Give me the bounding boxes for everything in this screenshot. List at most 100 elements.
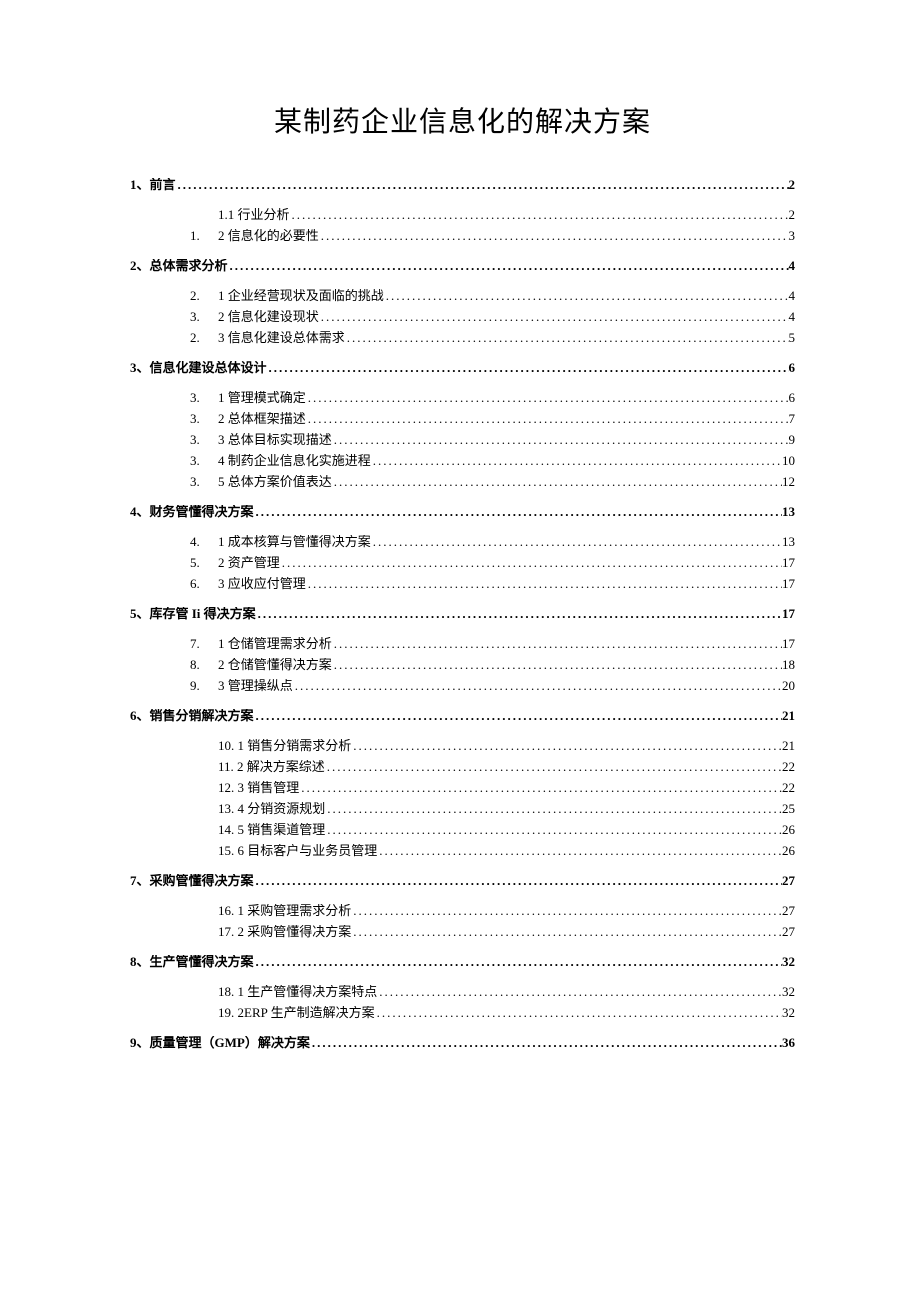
toc-entry-level2: 1.1 行业分析2	[130, 208, 795, 221]
toc-entry-level2: 19. 2ERP 生产制造解决方案32	[130, 1006, 795, 1019]
toc-entry-label: 9、质量管理（GMP）解决方案	[130, 1036, 310, 1049]
toc-entry-level1: 3、信息化建设总体设计 6	[130, 361, 795, 374]
toc-entry-page: 7	[789, 412, 796, 425]
toc-entry-page: 6	[789, 391, 796, 404]
toc-entry-level1: 8、生产管懂得决方案32	[130, 955, 795, 968]
toc-leader-dots	[325, 802, 782, 815]
toc-entry-label: 1.1 行业分析	[218, 208, 290, 221]
toc-entry-level2: 3.5 总体方案价值表达 12	[130, 475, 795, 488]
toc-entry-level1: 2、总体需求分析4	[130, 259, 795, 272]
toc-entry-page: 12	[782, 475, 795, 488]
toc-leader-dots	[290, 208, 789, 221]
toc-entry-level1: 4、财务管懂得决方案13	[130, 505, 795, 518]
toc-entry-label: 3 总体目标实现描述	[218, 433, 332, 446]
toc-entry-level2: 4.1 成本核算与管懂得决方案13	[130, 535, 795, 548]
toc-leader-dots	[325, 760, 782, 773]
toc-entry-page: 32	[782, 985, 795, 998]
toc-entry-page: 22	[782, 781, 795, 794]
toc-leader-dots	[325, 823, 782, 836]
toc-entry-page: 17	[782, 607, 795, 620]
toc-leader-dots	[256, 607, 782, 620]
toc-entry-level2: 9.3 管理操纵点20	[130, 679, 795, 692]
toc-entry-level2: 1.2 信息化的必要性3	[130, 229, 795, 242]
toc-leader-dots	[306, 412, 789, 425]
toc-entry-level1: 6、销售分销解决方案 21	[130, 709, 795, 722]
toc-leader-dots	[176, 178, 789, 191]
toc-entry-label: 2 仓储管懂得决方案	[218, 658, 332, 671]
toc-entry-label: 1 管理模式确定	[218, 391, 306, 404]
toc-leader-dots	[332, 433, 789, 446]
toc-entry-label: 6、销售分销解决方案	[130, 709, 254, 722]
toc-entry-label: 5 总体方案价值表达	[218, 475, 332, 488]
toc-leader-dots	[254, 955, 782, 968]
toc-leader-dots	[293, 679, 782, 692]
toc-entry-number: 6.	[190, 577, 218, 590]
toc-entry-page: 27	[782, 925, 795, 938]
toc-entry-page: 26	[782, 844, 795, 857]
toc-leader-dots	[280, 556, 782, 569]
toc-entry-page: 21	[782, 709, 795, 722]
toc-entry-page: 4	[789, 310, 796, 323]
toc-entry-level2: 11. 2 解决方案综述 22	[130, 760, 795, 773]
toc-leader-dots	[371, 454, 782, 467]
toc-leader-dots	[371, 535, 782, 548]
toc-entry-label: 2 信息化的必要性	[218, 229, 319, 242]
toc-entry-number: 2.	[190, 289, 218, 302]
toc-entry-page: 22	[782, 760, 795, 773]
toc-leader-dots	[345, 331, 789, 344]
toc-entry-label: 10. 1 销售分销需求分析	[218, 739, 351, 752]
toc-leader-dots	[254, 874, 782, 887]
toc-leader-dots	[377, 985, 782, 998]
toc-leader-dots	[332, 658, 782, 671]
toc-entry-label: 3、信息化建设总体设计	[130, 361, 267, 374]
toc-entry-level2: 3.2 信息化建设现状4	[130, 310, 795, 323]
toc-entry-label: 15. 6 目标客户与业务员管理	[218, 844, 377, 857]
toc-entry-page: 4	[789, 259, 796, 272]
toc-entry-label: 1、前言	[130, 178, 176, 191]
toc-entry-page: 6	[789, 361, 796, 374]
toc-entry-label: 3 管理操纵点	[218, 679, 293, 692]
document-title: 某制药企业信息化的解决方案	[130, 100, 795, 140]
toc-entry-label: 4 制药企业信息化实施进程	[218, 454, 371, 467]
toc-entry-level2: 13. 4 分销资源规划 25	[130, 802, 795, 815]
toc-entry-level2: 10. 1 销售分销需求分析21	[130, 739, 795, 752]
toc-leader-dots	[306, 391, 789, 404]
toc-entry-page: 13	[782, 505, 795, 518]
toc-entry-label: 13. 4 分销资源规划	[218, 802, 325, 815]
toc-entry-label: 12. 3 销售管理	[218, 781, 299, 794]
toc-entry-level2: 14. 5 销售渠道管理26	[130, 823, 795, 836]
toc-entry-label: 1 成本核算与管懂得决方案	[218, 535, 371, 548]
toc-entry-level2: 5.2 资产管理17	[130, 556, 795, 569]
toc-entry-label: 3 信息化建设总体需求	[218, 331, 345, 344]
toc-entry-number: 9.	[190, 679, 218, 692]
toc-entry-level2: 7.1 仓储管理需求分析17	[130, 637, 795, 650]
toc-entry-number: 2.	[190, 331, 218, 344]
toc-entry-level2: 3.1 管理模式确定 6	[130, 391, 795, 404]
toc-entry-level1: 7、采购管懂得决方案27	[130, 874, 795, 887]
toc-entry-page: 9	[789, 433, 796, 446]
toc-entry-level2: 16. 1 采购管理需求分析27	[130, 904, 795, 917]
toc-entry-label: 18. 1 生产管懂得决方案特点	[218, 985, 377, 998]
toc-entry-label: 2 资产管理	[218, 556, 280, 569]
toc-entry-page: 25	[782, 802, 795, 815]
toc-entry-level2: 2.3 信息化建设总体需求5	[130, 331, 795, 344]
toc-entry-label: 8、生产管懂得决方案	[130, 955, 254, 968]
toc-leader-dots	[299, 781, 782, 794]
toc-entry-label: 7、采购管懂得决方案	[130, 874, 254, 887]
toc-entry-label: 19. 2ERP 生产制造解决方案	[218, 1006, 375, 1019]
toc-entry-number: 4.	[190, 535, 218, 548]
toc-entry-label: 2 信息化建设现状	[218, 310, 319, 323]
toc-entry-page: 10	[782, 454, 795, 467]
toc-entry-label: 11. 2 解决方案综述	[218, 760, 325, 773]
toc-entry-page: 17	[782, 577, 795, 590]
toc-entry-page: 27	[782, 904, 795, 917]
toc-leader-dots	[319, 310, 789, 323]
toc-entry-number: 3.	[190, 391, 218, 404]
toc-entry-number: 7.	[190, 637, 218, 650]
toc-entry-number: 1.	[190, 229, 218, 242]
toc-entry-page: 26	[782, 823, 795, 836]
toc-entry-number: 3.	[190, 475, 218, 488]
toc-leader-dots	[306, 577, 782, 590]
toc-entry-number: 3.	[190, 454, 218, 467]
toc-leader-dots	[254, 505, 782, 518]
